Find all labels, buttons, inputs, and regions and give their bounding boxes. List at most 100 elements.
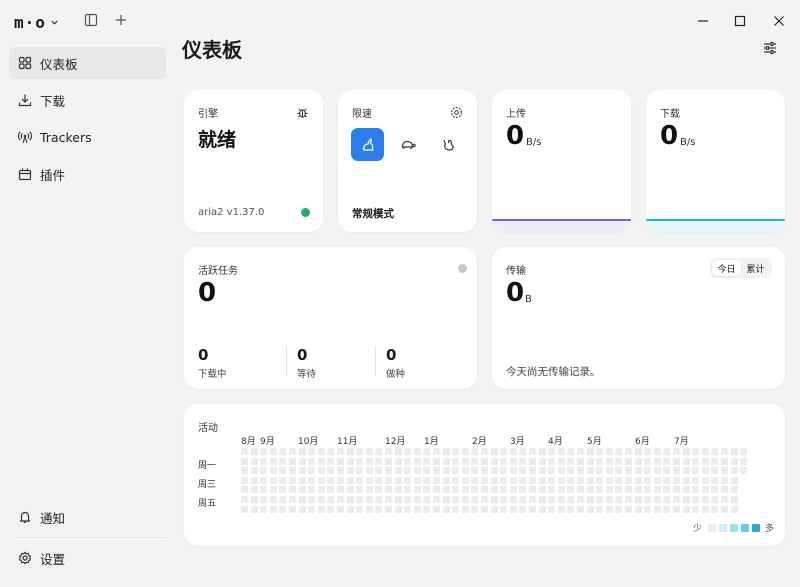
bell-icon: [19, 511, 31, 523]
heatmap-cell: [317, 505, 325, 513]
heatmap-cell: [625, 505, 632, 513]
heatmap-cell: [346, 505, 354, 513]
heatmap-cell: [548, 467, 556, 475]
heatmap-cell: [471, 486, 479, 494]
minimize-icon[interactable]: [696, 14, 710, 28]
heatmap-cell: [519, 486, 527, 494]
heatmap-cell: [538, 476, 546, 484]
heatmap-cell: [365, 467, 373, 475]
heatmap-cell: [730, 457, 738, 465]
heatmap-cell: [413, 448, 421, 455]
heatmap-cell: [529, 505, 536, 513]
heatmap-cell: [260, 486, 268, 494]
download-label: 下载: [660, 109, 680, 120]
sidebar-item-settings[interactable]: 设置: [9, 542, 166, 574]
speed-mode-normal-button[interactable]: [351, 128, 384, 161]
waiting-label: 等待: [297, 369, 317, 380]
heatmap-cell: [740, 448, 748, 455]
day-label: 周五: [198, 499, 217, 509]
bug-icon[interactable]: [296, 104, 309, 123]
activity-month-labels: 8月 9月 10月 11月 12月 1月 2月 3月 4月 5月 6月 7月: [184, 434, 785, 447]
active-tasks-label: 活跃任务: [198, 266, 238, 277]
sidebar-item-notifications[interactable]: 通知: [9, 501, 166, 533]
heatmap-cell: [289, 457, 296, 465]
filter-settings-icon[interactable]: [762, 40, 778, 56]
heatmap-cell: [308, 448, 316, 455]
speed-mode-slow-button[interactable]: [391, 128, 424, 161]
close-icon[interactable]: [772, 14, 786, 28]
speed-mode-custom-button[interactable]: [431, 128, 464, 161]
heatmap-cell: [461, 486, 469, 494]
heatmap-cell: [385, 476, 392, 484]
heatmap-cell: [653, 505, 661, 513]
heatmap-cell: [423, 467, 431, 475]
heatmap-cell: [404, 486, 412, 494]
heatmap-cell: [586, 476, 594, 484]
sidebar-item-dashboard[interactable]: 仪表板: [9, 47, 166, 79]
waiting-count: 0: [297, 346, 308, 364]
heatmap-cell: [509, 476, 517, 484]
month-label: 7月: [674, 437, 689, 447]
upload-label: 上传: [506, 109, 526, 120]
heatmap-cell: [471, 457, 479, 465]
add-icon[interactable]: [114, 13, 128, 27]
upload-rate-line: [492, 219, 631, 232]
heatmap-cell: [317, 457, 325, 465]
heatmap-cell: [605, 448, 613, 455]
heatmap-cell: [644, 448, 652, 455]
app-switcher[interactable]: m·o: [14, 12, 59, 32]
tab-cumulative[interactable]: 累计: [741, 260, 770, 276]
heatmap-cell: [586, 448, 594, 455]
heatmap-cell: [615, 448, 623, 455]
heatmap-cell: [673, 486, 680, 494]
heatmap-cell: [260, 448, 268, 455]
heatmap-cell: [567, 505, 575, 513]
heatmap-cell: [653, 486, 661, 494]
month-label: 9月: [260, 437, 275, 447]
heatmap-cell: [442, 505, 450, 513]
sidebar-item-trackers[interactable]: Trackers: [9, 121, 166, 153]
sidebar-toggle-icon[interactable]: [84, 13, 98, 27]
gear-icon[interactable]: [450, 104, 463, 123]
heatmap-cell: [471, 476, 479, 484]
sidebar-item-download[interactable]: 下载: [9, 84, 166, 116]
legend-swatch: [708, 523, 717, 532]
sidebar-item-plugins[interactable]: 插件: [9, 158, 166, 190]
activity-card: 活动 8月 9月 10月 11月 12月 1月 2月 3月 4月 5月 6月 7…: [184, 404, 785, 546]
heatmap-cell: [250, 496, 258, 503]
maximize-icon[interactable]: [733, 14, 747, 28]
heatmap-cell: [433, 457, 440, 465]
heatmap-cell: [663, 467, 671, 475]
heatmap-cell: [481, 476, 488, 484]
month-label: 2月: [472, 437, 487, 447]
heatmap-cell: [605, 505, 613, 513]
heatmap-cell: [481, 486, 488, 494]
heatmap-cell: [567, 448, 575, 455]
heatmap-cell: [317, 448, 325, 455]
heatmap-cell: [365, 486, 373, 494]
heatmap-cell: [337, 467, 344, 475]
upload-value: 0: [506, 121, 525, 151]
heatmap-cell: [634, 476, 642, 484]
heatmap-cell: [365, 496, 373, 503]
heatmap-cell: [442, 486, 450, 494]
heatmap-cell: [605, 496, 613, 503]
transfer-value: 0: [506, 278, 525, 308]
heatmap-cell: [279, 467, 287, 475]
tab-today[interactable]: 今日: [712, 260, 741, 276]
heatmap-cell: [596, 496, 604, 503]
heatmap-cell: [644, 486, 652, 494]
engine-status-dot: [301, 208, 310, 217]
heatmap-cell: [250, 476, 258, 484]
legend-swatch: [730, 523, 739, 532]
heatmap-cell: [721, 467, 728, 475]
heatmap-cell: [529, 476, 536, 484]
squirrel-icon: [442, 139, 454, 151]
heatmap-cell: [730, 448, 738, 455]
heatmap-cell: [250, 467, 258, 475]
heatmap-cell: [269, 457, 277, 465]
heatmap-cell: [269, 505, 277, 513]
heatmap-cell: [721, 496, 728, 503]
sidebar-settings-nav: 设置: [9, 542, 166, 579]
active-tasks-card: 活跃任务 0 0 下载中 0 等待 0 做种: [184, 247, 477, 389]
